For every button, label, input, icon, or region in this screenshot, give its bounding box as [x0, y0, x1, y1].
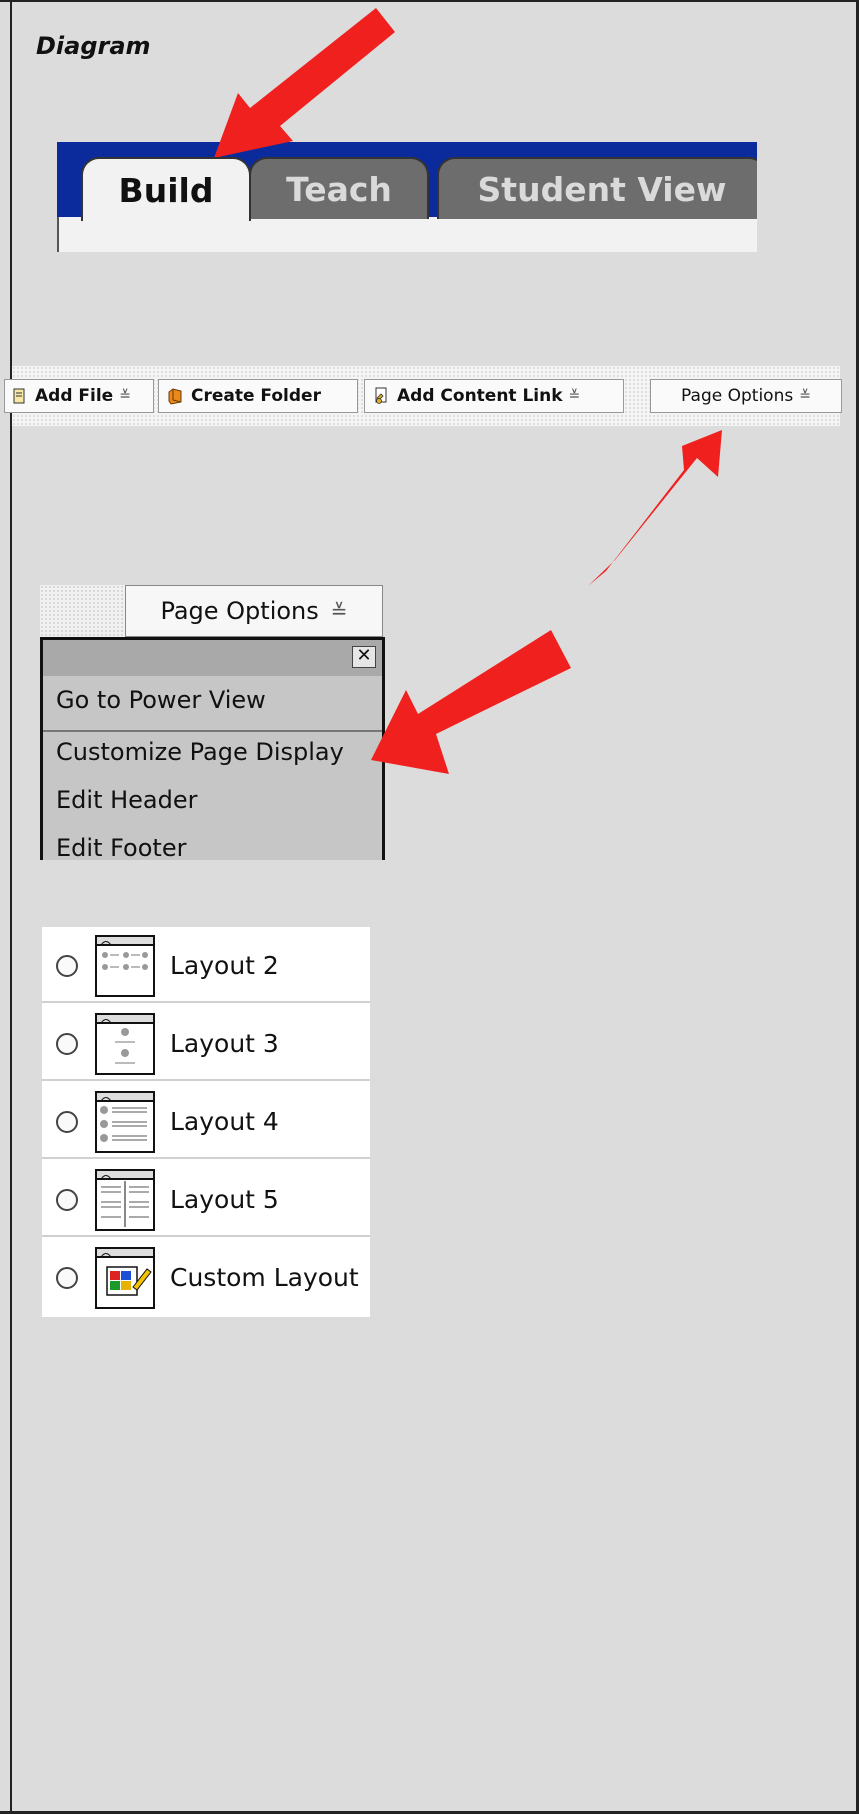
- layout-label: Layout 5: [170, 1185, 279, 1214]
- tab-student-view[interactable]: Student View: [437, 157, 757, 219]
- add-file-label: Add File: [35, 386, 114, 406]
- dropdown-icon: ≚: [799, 388, 811, 404]
- layout-radio[interactable]: [56, 1111, 78, 1133]
- menu-item-go-to-power-view[interactable]: Go to Power View: [56, 686, 266, 714]
- diagram-heading: Diagram: [36, 32, 151, 60]
- layout-3-icon: [95, 1013, 155, 1075]
- page-options-label: Page Options: [681, 386, 794, 406]
- page-options-menu-screenshot: Page Options ≚ ✕ Go to Power View Custom…: [40, 585, 385, 860]
- layout-2-icon: [95, 935, 155, 997]
- layout-option-row[interactable]: Layout 4: [42, 1083, 370, 1159]
- create-folder-button[interactable]: Create Folder: [158, 379, 358, 413]
- add-content-link-button[interactable]: Add Content Link ≚: [364, 379, 624, 413]
- page-options-dropdown: ✕ Go to Power View Customize Page Displa…: [40, 637, 385, 860]
- layout-radio[interactable]: [56, 1267, 78, 1289]
- layout-label: Layout 2: [170, 951, 279, 980]
- course-tabs-screenshot: Build Teach Student View: [57, 142, 757, 252]
- tab-content-strip: [57, 217, 757, 252]
- close-icon[interactable]: ✕: [352, 646, 376, 668]
- dropdown-icon: ≚: [119, 388, 131, 404]
- dropdown-header: ✕: [43, 640, 382, 676]
- content-link-icon: [375, 387, 387, 404]
- add-content-link-label: Add Content Link: [397, 386, 563, 406]
- layout-4-icon: [95, 1091, 155, 1153]
- tab-build[interactable]: Build: [81, 157, 251, 221]
- create-folder-label: Create Folder: [191, 386, 321, 406]
- layout-options-list: Layout 2 Layout 3 Layout 4 Layout 5 Cust…: [42, 927, 370, 1317]
- dropdown-icon: ≚: [330, 599, 348, 623]
- file-icon: [13, 388, 25, 404]
- frame-left-rule: [10, 0, 12, 1814]
- menu-item-edit-header[interactable]: Edit Header: [56, 786, 198, 814]
- layout-option-row[interactable]: Custom Layout: [42, 1239, 370, 1315]
- layout-radio[interactable]: [56, 1189, 78, 1211]
- layout-radio[interactable]: [56, 955, 78, 977]
- custom-layout-icon: [95, 1247, 155, 1309]
- layout-label: Layout 4: [170, 1107, 279, 1136]
- tab-teach[interactable]: Teach: [249, 157, 429, 219]
- layout-5-icon: [95, 1169, 155, 1231]
- layout-option-row[interactable]: Layout 2: [42, 927, 370, 1003]
- dropdown-icon: ≚: [568, 388, 581, 404]
- page-options-label: Page Options: [160, 597, 319, 625]
- page-options-button[interactable]: Page Options ≚: [125, 585, 383, 637]
- layout-option-row[interactable]: Layout 3: [42, 1005, 370, 1081]
- layout-label: Layout 3: [170, 1029, 279, 1058]
- menu-divider: [43, 730, 382, 732]
- layout-option-row[interactable]: Layout 5: [42, 1161, 370, 1237]
- content-toolbar-screenshot: Add File ≚ Create Folder Add Content Lin…: [4, 366, 842, 426]
- page-options-button[interactable]: Page Options ≚: [650, 379, 842, 413]
- add-file-button[interactable]: Add File ≚: [4, 379, 154, 413]
- folder-icon: [168, 388, 182, 405]
- layout-label: Custom Layout: [170, 1263, 359, 1292]
- menu-item-customize-page-display[interactable]: Customize Page Display: [56, 738, 344, 766]
- layout-radio[interactable]: [56, 1033, 78, 1055]
- menu-item-edit-footer[interactable]: Edit Footer: [56, 834, 186, 860]
- diagram-frame: [0, 0, 859, 1814]
- menu-background-pattern: [40, 585, 130, 637]
